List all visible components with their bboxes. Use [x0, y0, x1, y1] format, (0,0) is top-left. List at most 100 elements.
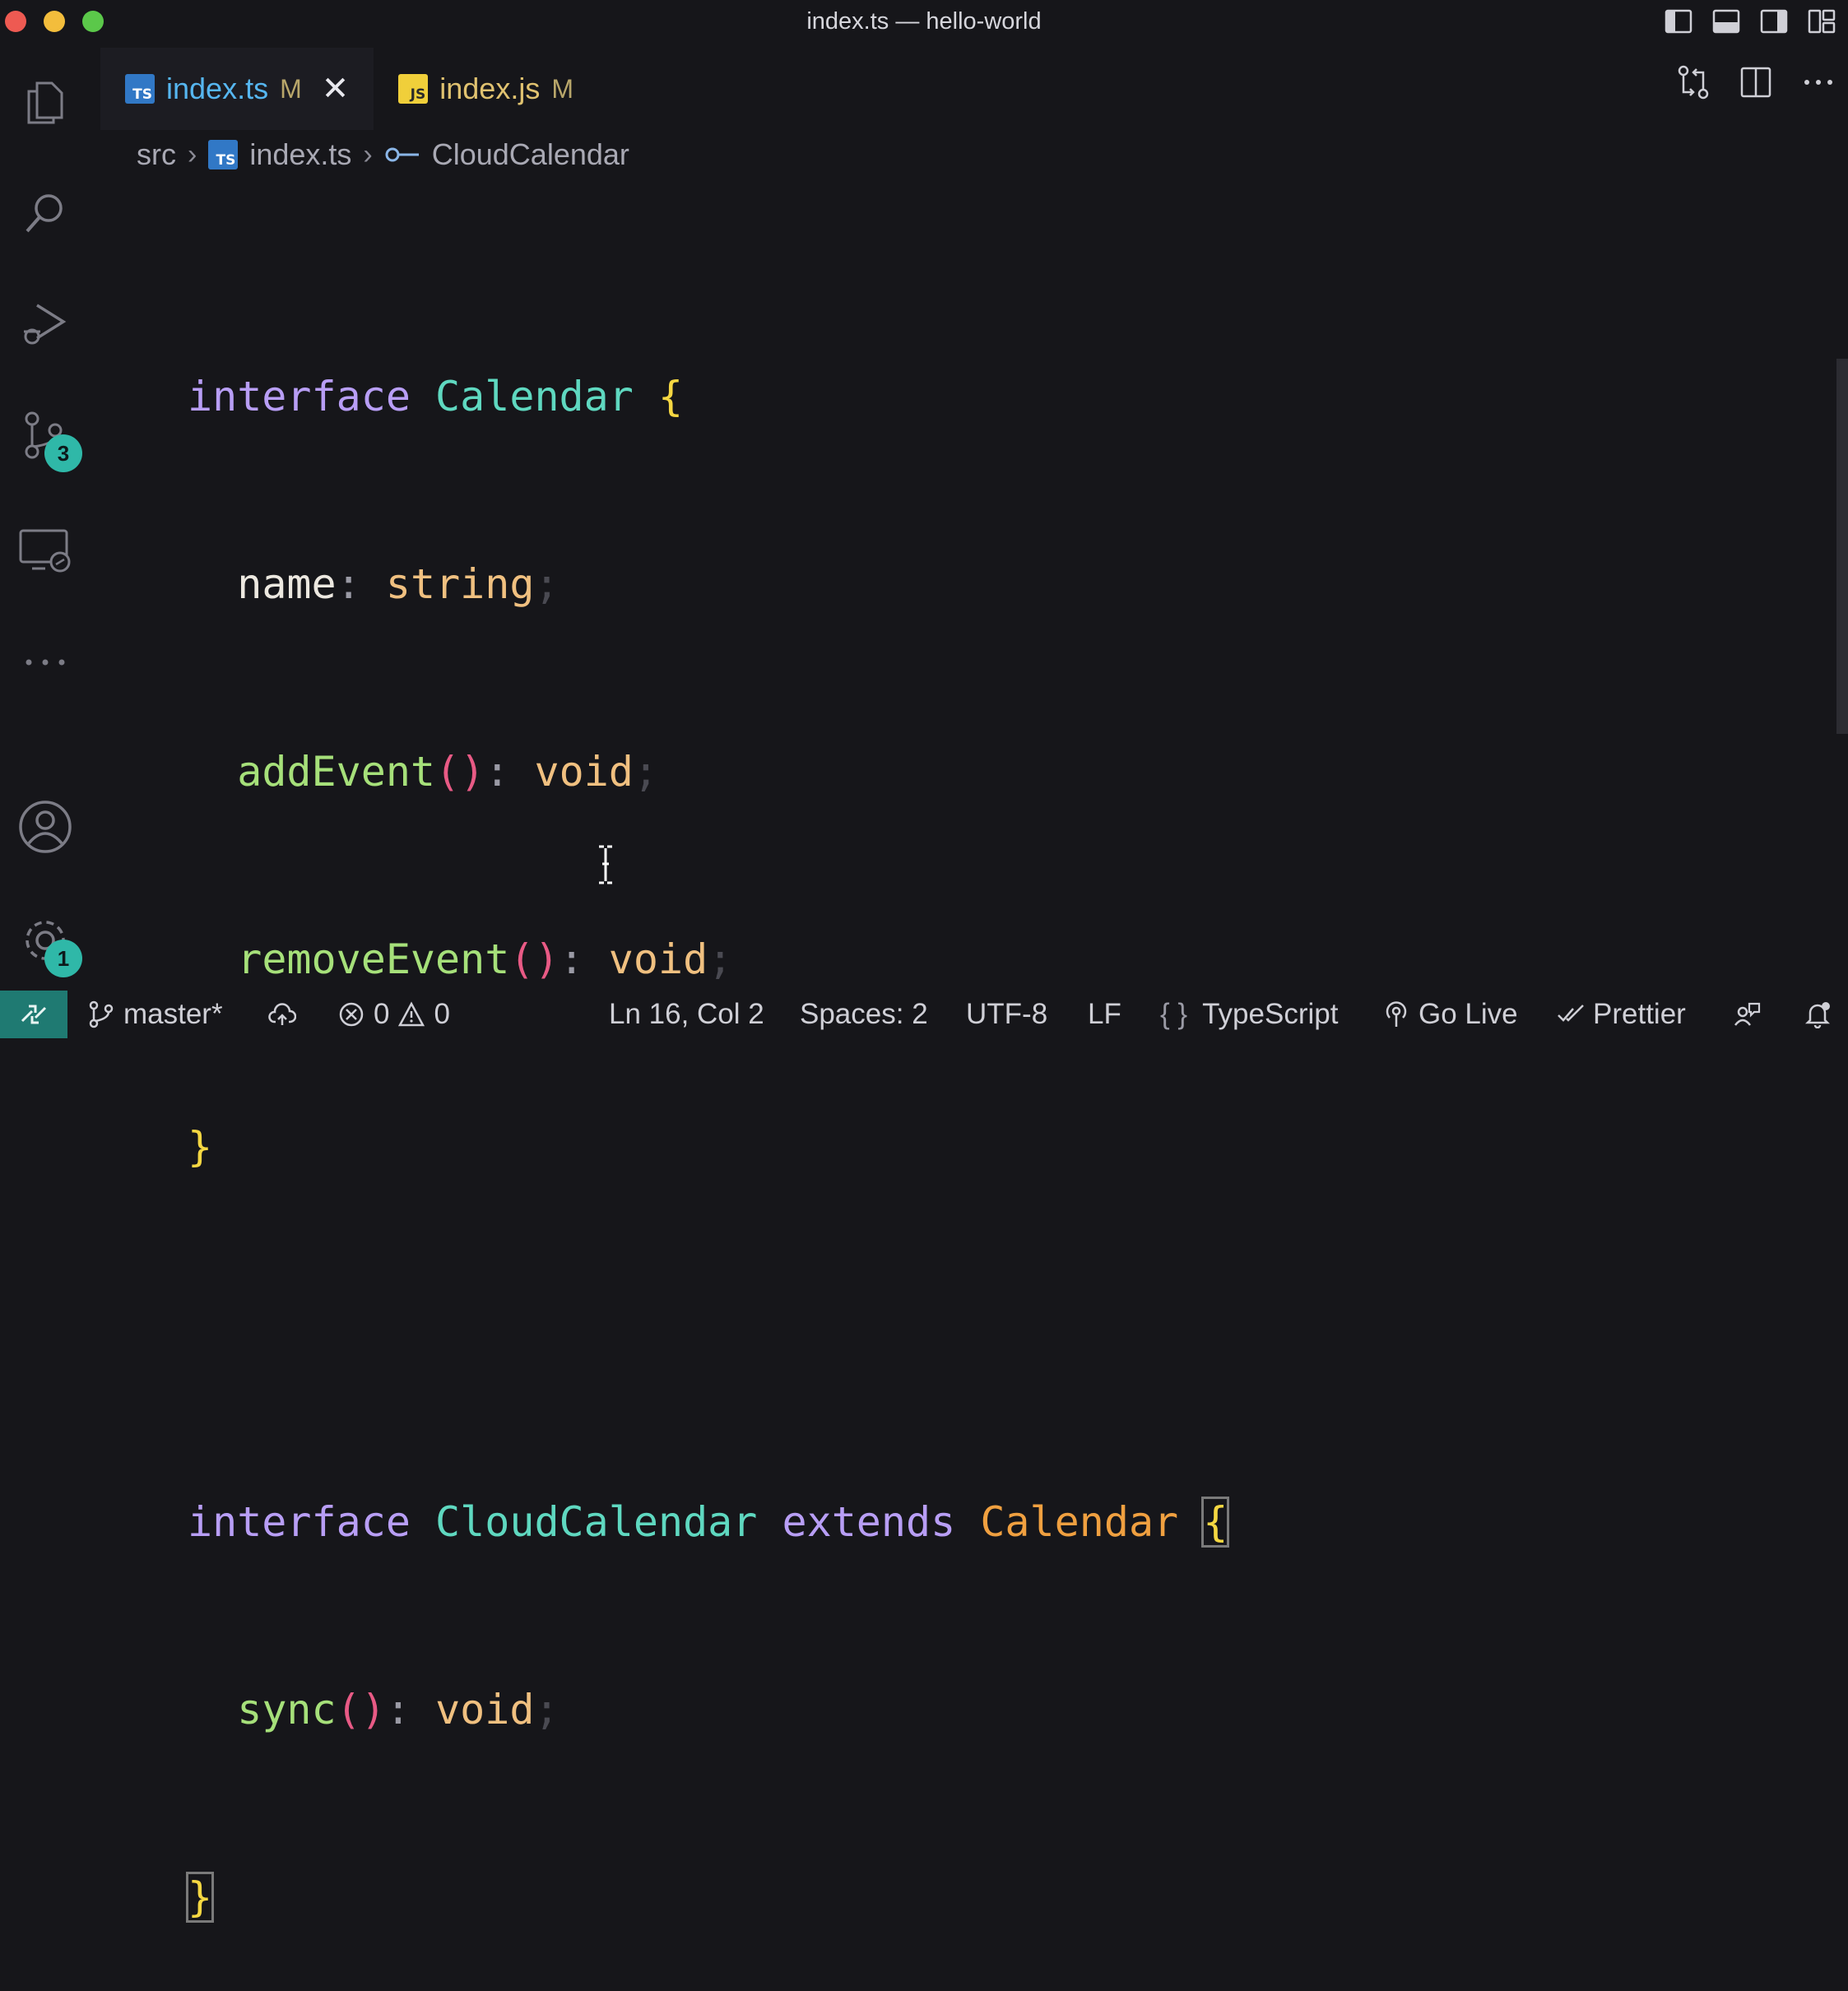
tab-index-js[interactable]: JS index.js M — [374, 48, 598, 130]
method-token: addEvent — [237, 748, 436, 796]
encoding-label: UTF-8 — [966, 998, 1048, 1030]
semicolon-token: ; — [633, 748, 659, 796]
prettier-label: Prettier — [1593, 998, 1686, 1030]
modified-indicator: M — [280, 73, 302, 104]
breadcrumb-symbol[interactable]: CloudCalendar — [432, 137, 629, 172]
line-ending-selector[interactable]: LF — [1088, 991, 1121, 1038]
error-count: 0 — [374, 998, 390, 1030]
typescript-file-icon: TS — [208, 140, 239, 169]
remote-explorer-button[interactable] — [15, 518, 76, 579]
go-live-button[interactable]: Go Live — [1382, 991, 1518, 1038]
breadcrumb-folder[interactable]: src — [137, 137, 176, 172]
cursor-position-label: Ln 16, Col 2 — [609, 998, 764, 1030]
open-changes-icon[interactable] — [1675, 64, 1711, 100]
editor-scrollbar[interactable] — [1836, 359, 1848, 734]
tab-index-ts[interactable]: TS index.ts M ✕ — [100, 48, 374, 130]
prettier-button[interactable]: Prettier — [1557, 991, 1686, 1038]
chevron-right-icon: › — [363, 138, 373, 170]
paren-token: () — [435, 748, 485, 796]
warning-count: 0 — [434, 998, 450, 1030]
split-editor-icon[interactable] — [1738, 64, 1774, 100]
source-control-button[interactable]: 3 — [15, 405, 82, 472]
source-control-badge: 3 — [44, 434, 82, 472]
problems-indicator[interactable]: 0 0 — [337, 991, 450, 1038]
typescript-file-icon: TS — [125, 74, 155, 104]
brace-token: { — [657, 373, 684, 420]
ellipsis-icon — [26, 659, 65, 666]
modified-indicator: M — [551, 73, 573, 104]
explorer-button[interactable] — [15, 71, 76, 132]
branch-indicator[interactable]: master* — [87, 991, 223, 1038]
search-icon — [26, 194, 63, 233]
editor-actions — [1675, 64, 1836, 100]
javascript-file-icon: JS — [398, 74, 429, 104]
tab-label: index.js — [439, 72, 541, 105]
run-debug-button[interactable] — [15, 293, 76, 354]
window-title: index.ts — hello-world — [806, 8, 1042, 35]
breadcrumb-file[interactable]: index.ts — [249, 137, 351, 172]
paren-token: () — [509, 935, 560, 983]
remote-explorer-icon — [19, 529, 71, 573]
toggle-panel-icon[interactable] — [1711, 7, 1741, 35]
bell-icon — [1804, 1002, 1831, 1028]
cursor-position[interactable]: Ln 16, Col 2 — [609, 991, 764, 1038]
warning-icon — [398, 1001, 425, 1027]
run-debug-icon — [24, 304, 67, 345]
method-token: sync — [237, 1686, 337, 1733]
branch-name: master* — [123, 998, 223, 1030]
account-icon — [19, 801, 72, 853]
title-bar: index.ts — hello-world — [0, 0, 1848, 43]
indentation-label: Spaces: 2 — [800, 998, 928, 1030]
search-button[interactable] — [15, 183, 76, 244]
feedback-button[interactable] — [1733, 991, 1761, 1038]
branch-icon — [89, 1000, 114, 1028]
semicolon-token: ; — [534, 560, 560, 608]
code-editor[interactable]: interface Calendar { name: string; addEv… — [185, 240, 1230, 1991]
code-line: addEvent(): void; — [188, 740, 1228, 803]
keyword-token: interface — [188, 373, 411, 420]
go-live-label: Go Live — [1419, 998, 1518, 1030]
type-token: string — [385, 560, 535, 608]
status-bar: master* 0 0 Ln 16, Col 2 Spaces: 2 UTF-8… — [0, 991, 1848, 1038]
accounts-button[interactable] — [15, 796, 76, 857]
chevron-right-icon: › — [188, 138, 197, 170]
type-token: Calendar — [435, 373, 634, 420]
method-token: removeEvent — [237, 935, 510, 983]
publish-branch-button[interactable] — [268, 991, 296, 1038]
language-mode-selector[interactable]: { } TypeScript — [1160, 991, 1338, 1038]
broadcast-icon — [1386, 1001, 1407, 1027]
encoding-selector[interactable]: UTF-8 — [966, 991, 1047, 1038]
type-token: void — [608, 935, 708, 983]
indentation-selector[interactable]: Spaces: 2 — [800, 991, 928, 1038]
close-tab-icon[interactable]: ✕ — [322, 72, 350, 105]
paren-token: () — [336, 1686, 386, 1733]
property-token: name — [237, 560, 337, 608]
feedback-icon — [1734, 1002, 1761, 1026]
colon-token: : — [385, 1686, 411, 1733]
type-token: void — [534, 748, 634, 796]
type-token: Calendar — [980, 1498, 1179, 1546]
manage-button[interactable]: 1 — [15, 910, 82, 977]
manage-badge: 1 — [44, 940, 82, 977]
type-token: void — [435, 1686, 535, 1733]
tab-label: index.ts — [166, 72, 269, 105]
more-views-button[interactable] — [15, 632, 76, 693]
language-label: TypeScript — [1202, 998, 1339, 1030]
toggle-secondary-sidebar-icon[interactable] — [1759, 7, 1789, 35]
customize-layout-icon[interactable] — [1807, 7, 1836, 35]
toggle-primary-sidebar-icon[interactable] — [1664, 7, 1693, 35]
matched-brace-token: } — [185, 1872, 215, 1923]
code-line: interface CloudCalendar extends Calendar… — [188, 1491, 1230, 1553]
files-icon — [27, 81, 63, 124]
notifications-button[interactable] — [1804, 991, 1832, 1038]
remote-indicator-button[interactable] — [0, 991, 67, 1038]
interface-symbol-icon — [385, 147, 419, 162]
more-actions-icon[interactable] — [1800, 64, 1836, 100]
code-line: name: string; — [188, 553, 1228, 615]
code-line: sync(): void; — [188, 1678, 1228, 1741]
error-icon — [339, 1002, 364, 1027]
code-line: } — [185, 1866, 1228, 1928]
keyword-token: extends — [782, 1498, 956, 1546]
code-line: interface Calendar { — [188, 365, 1228, 428]
